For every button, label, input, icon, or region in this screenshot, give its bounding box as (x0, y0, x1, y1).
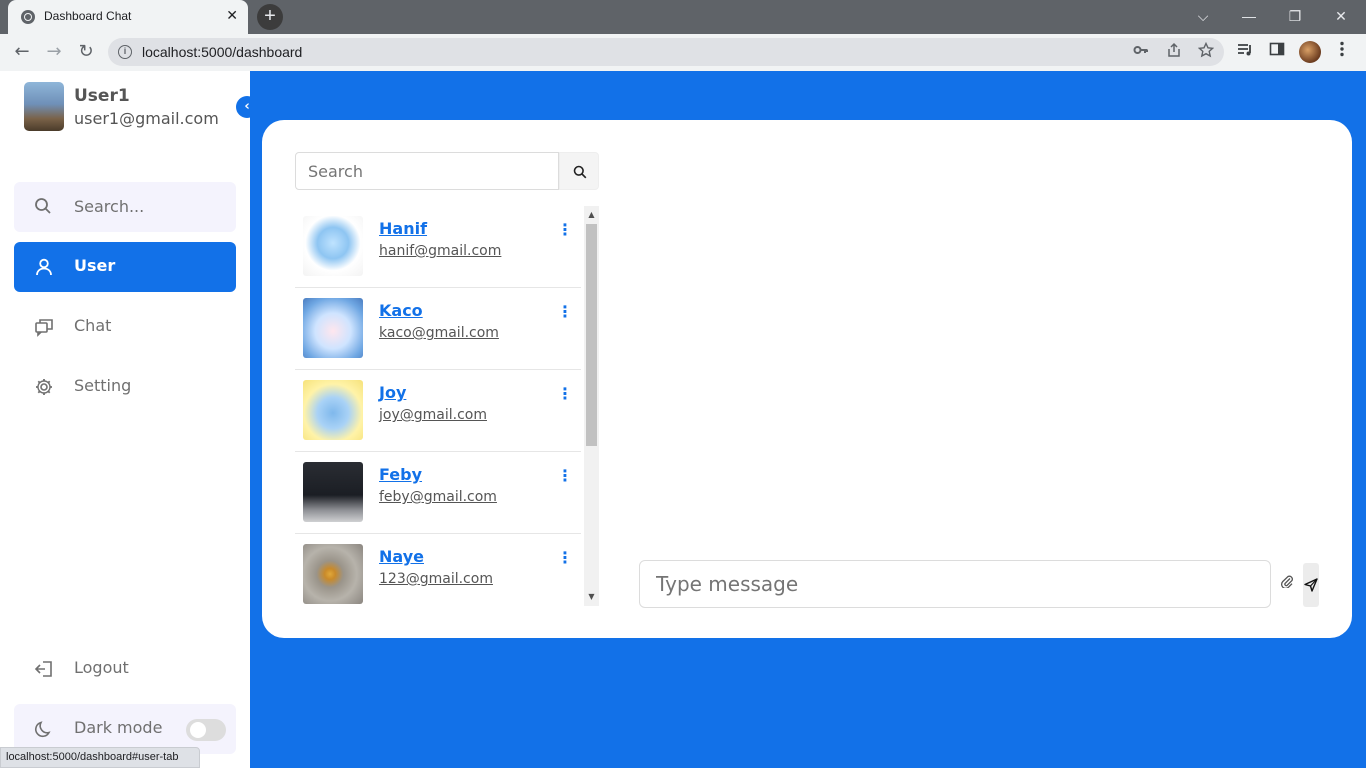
contact-avatar (303, 216, 363, 276)
sidebar: User1 user1@gmail.com ‹ Search... User C… (0, 71, 258, 768)
user-avatar (24, 82, 64, 131)
scroll-down-arrow[interactable]: ▼ (584, 590, 599, 604)
tab-search-icon[interactable]: ⌵ (1188, 5, 1218, 27)
main-area: Hanif hanif@gmail.com ⋮ Kaco kaco@gmail.… (250, 71, 1366, 768)
contact-name[interactable]: Feby (379, 465, 422, 484)
globe-icon (21, 10, 35, 24)
chat-icon (34, 317, 54, 337)
scrollbar-thumb[interactable] (586, 224, 597, 446)
contact-search-input[interactable] (295, 152, 559, 190)
send-icon (1304, 578, 1318, 592)
sidebar-item-label: Chat (74, 316, 112, 335)
chat-card: Hanif hanif@gmail.com ⋮ Kaco kaco@gmail.… (262, 120, 1352, 638)
status-bar-url: localhost:5000/dashboard#user-tab (0, 747, 200, 768)
sidebar-item-user[interactable]: User (14, 242, 236, 292)
contact-email[interactable]: feby@gmail.com (379, 489, 497, 505)
sidebar-item-label: Setting (74, 376, 132, 395)
toggle-knob (190, 722, 206, 738)
reload-button[interactable]: ↻ (72, 38, 100, 66)
minimize-button[interactable]: — (1234, 5, 1264, 27)
media-control-icon[interactable] (1234, 41, 1256, 63)
side-panel-icon[interactable] (1266, 41, 1288, 63)
search-icon (573, 165, 587, 179)
gear-icon (34, 377, 54, 397)
list-item[interactable]: Hanif hanif@gmail.com ⋮ (295, 206, 581, 288)
more-options-icon[interactable]: ⋮ (557, 302, 573, 322)
new-tab-button[interactable]: + (257, 4, 283, 30)
contact-name[interactable]: Hanif (379, 219, 427, 238)
tab-close-icon[interactable]: ✕ (226, 7, 238, 25)
list-item[interactable]: Naye 123@gmail.com ⋮ (295, 534, 581, 606)
window-close-button[interactable]: ✕ (1326, 5, 1356, 27)
list-item[interactable]: Joy joy@gmail.com ⋮ (295, 370, 581, 452)
more-options-icon[interactable]: ⋮ (557, 548, 573, 568)
contact-email[interactable]: hanif@gmail.com (379, 243, 501, 259)
contact-avatar (303, 380, 363, 440)
more-options-icon[interactable]: ⋮ (557, 384, 573, 404)
back-button[interactable]: ← (8, 38, 36, 66)
url-text[interactable]: localhost:5000/dashboard (142, 44, 302, 60)
browser-tab[interactable]: Dashboard Chat ✕ (8, 0, 248, 34)
browser-tab-bar: Dashboard Chat ✕ + ⌵ — ❐ ✕ (0, 0, 1366, 34)
dark-mode-toggle[interactable] (186, 719, 226, 741)
contact-email[interactable]: kaco@gmail.com (379, 325, 499, 341)
list-item[interactable]: Kaco kaco@gmail.com ⋮ (295, 288, 581, 370)
profile-avatar[interactable] (1299, 41, 1321, 63)
user-name: User1 (74, 86, 130, 106)
browser-toolbar: ← → ↻ i localhost:5000/dashboard (0, 34, 1366, 71)
sidebar-item-chat[interactable]: Chat (14, 302, 236, 352)
list-item[interactable]: Feby feby@gmail.com ⋮ (295, 452, 581, 534)
browser-menu-icon[interactable] (1331, 41, 1353, 63)
contact-list-scrollbar[interactable]: ▲ ▼ (584, 206, 599, 606)
contact-name[interactable]: Joy (379, 383, 406, 402)
user-icon (34, 257, 54, 277)
sidebar-item-label: User (74, 256, 116, 275)
logout-icon (34, 659, 54, 679)
sidebar-search-label: Search... (74, 197, 145, 216)
moon-icon (34, 719, 54, 743)
sidebar-item-setting[interactable]: Setting (14, 362, 236, 412)
paperclip-icon[interactable] (1277, 572, 1297, 596)
share-icon[interactable] (1164, 42, 1184, 62)
contact-email[interactable]: joy@gmail.com (379, 407, 487, 423)
contact-avatar (303, 462, 363, 522)
contact-avatar (303, 298, 363, 358)
site-info-icon[interactable]: i (118, 45, 132, 59)
restore-button[interactable]: ❐ (1280, 5, 1310, 27)
contact-list: Hanif hanif@gmail.com ⋮ Kaco kaco@gmail.… (295, 206, 599, 606)
key-icon[interactable] (1131, 42, 1151, 62)
more-options-icon[interactable]: ⋮ (557, 220, 573, 240)
logout-button[interactable]: Logout (14, 644, 236, 694)
bookmark-star-icon[interactable] (1196, 41, 1216, 62)
contact-search-button[interactable] (559, 152, 599, 190)
dark-mode-label: Dark mode (74, 718, 163, 737)
scroll-up-arrow[interactable]: ▲ (584, 208, 599, 222)
user-email: user1@gmail.com (74, 109, 219, 128)
contact-avatar (303, 544, 363, 604)
logout-label: Logout (74, 658, 129, 677)
contact-name[interactable]: Naye (379, 547, 424, 566)
sidebar-search[interactable]: Search... (14, 182, 236, 232)
more-options-icon[interactable]: ⋮ (557, 466, 573, 486)
send-button[interactable] (1303, 563, 1319, 607)
contact-email[interactable]: 123@gmail.com (379, 571, 493, 587)
search-icon (34, 197, 52, 219)
contact-name[interactable]: Kaco (379, 301, 423, 320)
address-bar[interactable]: i localhost:5000/dashboard (108, 38, 1224, 66)
message-input[interactable] (639, 560, 1271, 608)
forward-button[interactable]: → (40, 38, 68, 66)
tab-title: Dashboard Chat (44, 9, 132, 23)
